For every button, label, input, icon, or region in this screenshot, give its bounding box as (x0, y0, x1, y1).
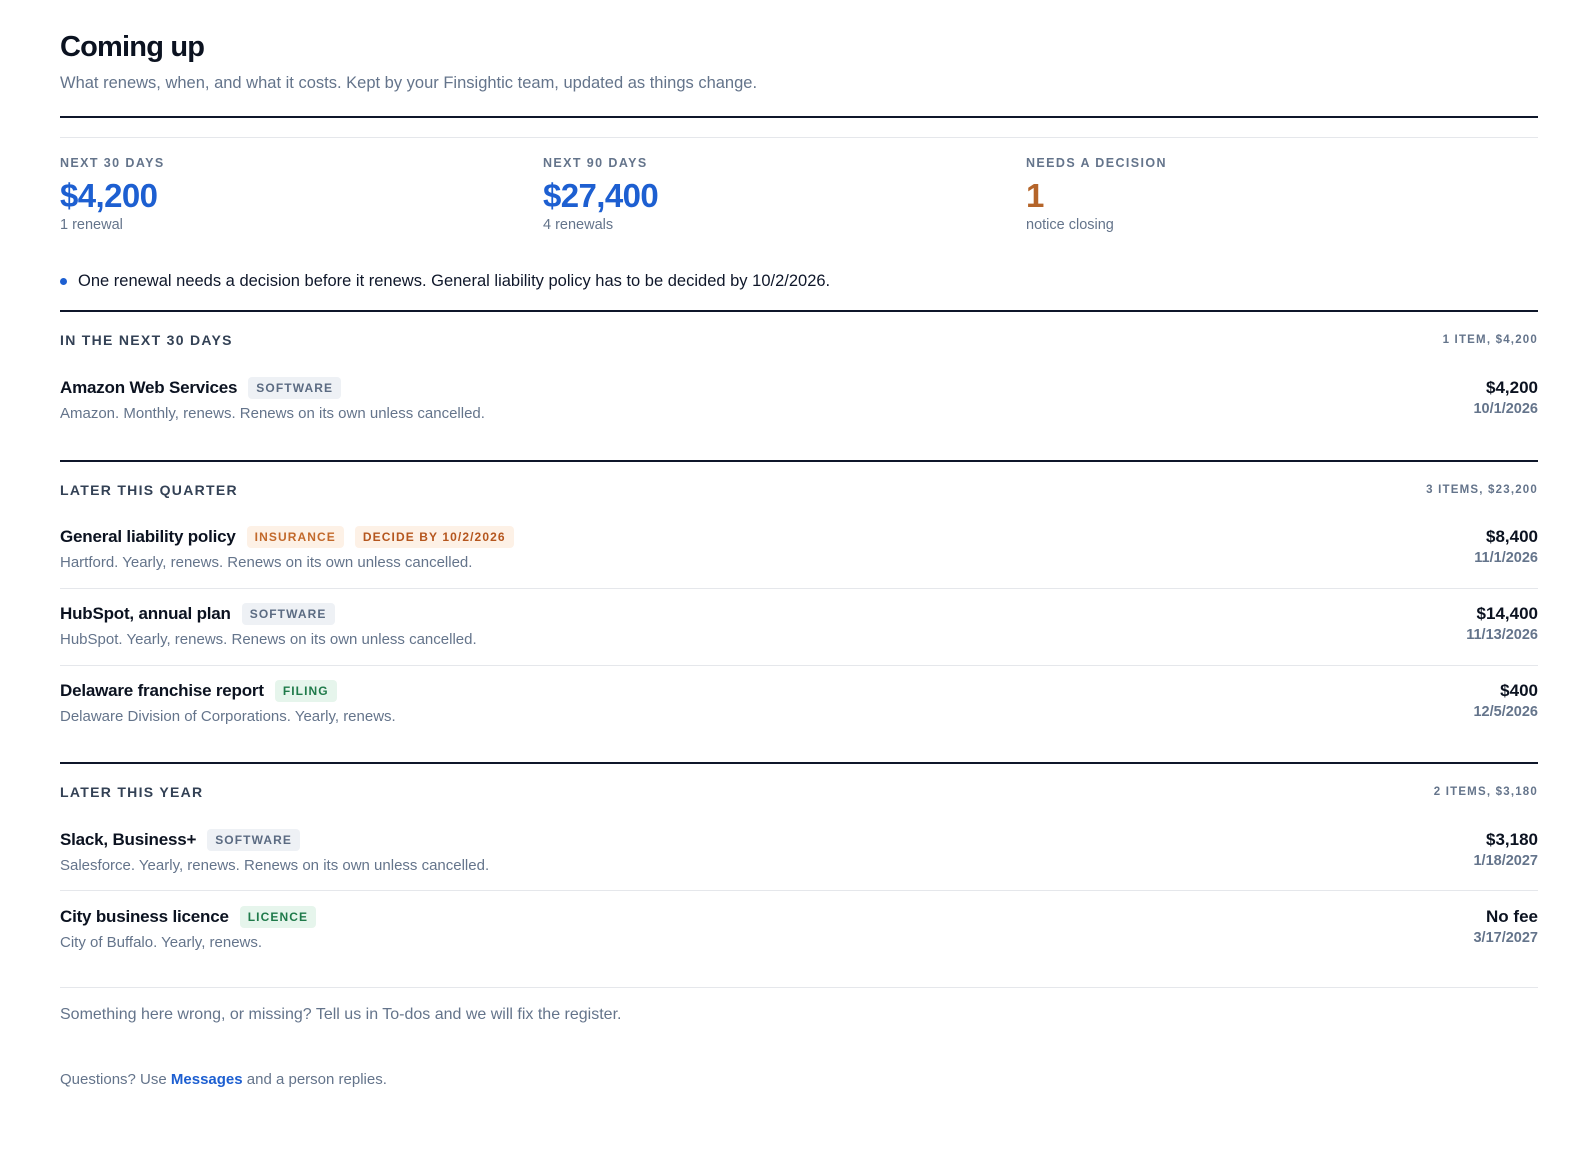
renewal-description: City of Buffalo. Yearly, renews. (60, 934, 263, 951)
renewal-description: Amazon. Monthly, renews. Renews on its o… (60, 405, 485, 422)
page-title: Coming up (60, 31, 205, 63)
category-tag: Software (248, 377, 342, 399)
stat-label: Next 30 days (60, 156, 165, 170)
section-title: Later this quarter (60, 482, 238, 498)
renewal-date: 11/1/2026 (1474, 550, 1538, 566)
stat-value: 1 (1026, 177, 1044, 214)
questions-suffix: and a person replies. (242, 1071, 387, 1088)
row-divider (60, 890, 1538, 891)
stat-value: $27,400 (543, 177, 659, 214)
renewal-row-delaware-franchise-report[interactable]: Delaware franchise report Filing Delawar… (60, 679, 1538, 725)
section-meta: 3 items, $23,200 (1426, 484, 1538, 496)
questions-prefix: Questions? Use (60, 1071, 171, 1088)
renewal-amount: $4,200 (1486, 378, 1538, 397)
section-meta: 1 item, $4,200 (1442, 334, 1538, 346)
category-tag: Insurance (246, 526, 344, 548)
divider (60, 116, 1538, 118)
notice-text: One renewal needs a decision before it r… (78, 272, 831, 290)
category-tag: Software (241, 603, 335, 625)
section-title: In the next 30 days (60, 332, 233, 348)
renewal-name: General liability policy (60, 527, 236, 546)
renewal-row-general-liability-policy[interactable]: General liability policy Insurance Decid… (60, 525, 1538, 571)
renewal-date: 1/18/2027 (1473, 853, 1538, 869)
stat-label: Needs a decision (1026, 156, 1167, 170)
renewal-description: HubSpot. Yearly, renews. Renews on its o… (60, 631, 477, 648)
category-tag: Filing (274, 680, 337, 702)
register-feedback-note: Something here wrong, or missing? Tell u… (60, 1006, 622, 1023)
stat-next-90-days: Next 90 days $27,400 4 renewals (543, 156, 1023, 233)
renewal-name: City business licence (60, 907, 229, 926)
section-divider (60, 762, 1538, 764)
stat-next-30-days: Next 30 days $4,200 1 renewal (60, 156, 540, 233)
divider (60, 137, 1538, 138)
renewal-date: 10/1/2026 (1473, 401, 1538, 417)
coming-up-page: Coming up What renews, when, and what it… (0, 0, 1591, 1170)
renewal-date: 12/5/2026 (1473, 704, 1538, 720)
renewal-row-slack-business-plus[interactable]: Slack, Business+ Software Salesforce. Ye… (60, 828, 1538, 874)
stat-sub: 4 renewals (543, 217, 614, 233)
renewal-name: Slack, Business+ (60, 830, 197, 849)
section-meta: 2 items, $3,180 (1433, 786, 1538, 798)
renewal-name: Amazon Web Services (60, 378, 238, 397)
stat-label: Next 90 days (543, 156, 648, 170)
section-divider (60, 460, 1538, 462)
decision-notice: One renewal needs a decision before it r… (60, 272, 830, 291)
renewal-name: Delaware franchise report (60, 681, 264, 700)
questions-line: Questions? Use Messages and a person rep… (60, 1071, 387, 1088)
renewal-row-hubspot-annual-plan[interactable]: HubSpot, annual plan Software HubSpot. Y… (60, 602, 1538, 648)
renewal-row-city-business-licence[interactable]: City business licence Licence City of Bu… (60, 905, 1538, 951)
renewal-amount: $8,400 (1486, 527, 1538, 546)
category-tag: Software (207, 829, 300, 851)
renewal-description: Delaware Division of Corporations. Yearl… (60, 708, 396, 725)
section-header-next-30-days: In the next 30 days 1 item, $4,200 (60, 332, 1538, 348)
renewal-amount: $3,180 (1486, 830, 1538, 849)
renewal-description: Salesforce. Yearly, renews. Renews on it… (60, 857, 490, 874)
row-divider (60, 665, 1538, 666)
section-header-later-this-quarter: Later this quarter 3 items, $23,200 (60, 482, 1538, 498)
messages-link[interactable]: Messages (171, 1071, 243, 1088)
renewal-amount: No fee (1486, 907, 1538, 926)
renewal-description: Hartford. Yearly, renews. Renews on its … (60, 554, 473, 571)
footer-divider (60, 987, 1538, 988)
renewal-amount: $400 (1500, 681, 1538, 700)
renewal-row-amazon-web-services[interactable]: Amazon Web Services Software Amazon. Mon… (60, 376, 1538, 422)
section-divider (60, 310, 1538, 312)
renewal-name: HubSpot, annual plan (60, 604, 231, 623)
renewal-amount: $14,400 (1476, 604, 1538, 623)
bullet-dot-icon (60, 278, 67, 285)
stat-value: $4,200 (60, 177, 158, 214)
stat-sub: notice closing (1026, 217, 1114, 233)
row-divider (60, 588, 1538, 589)
decide-by-badge: Decide by 10/2/2026 (354, 526, 514, 548)
renewal-date: 11/13/2026 (1466, 627, 1538, 643)
stat-needs-decision: Needs a decision 1 notice closing (1026, 156, 1506, 233)
renewal-date: 3/17/2027 (1473, 930, 1538, 946)
category-tag: Licence (239, 906, 317, 928)
section-header-later-this-year: Later this year 2 items, $3,180 (60, 784, 1538, 800)
stat-sub: 1 renewal (60, 217, 123, 233)
page-subtitle: What renews, when, and what it costs. Ke… (60, 74, 758, 92)
section-title: Later this year (60, 784, 204, 800)
